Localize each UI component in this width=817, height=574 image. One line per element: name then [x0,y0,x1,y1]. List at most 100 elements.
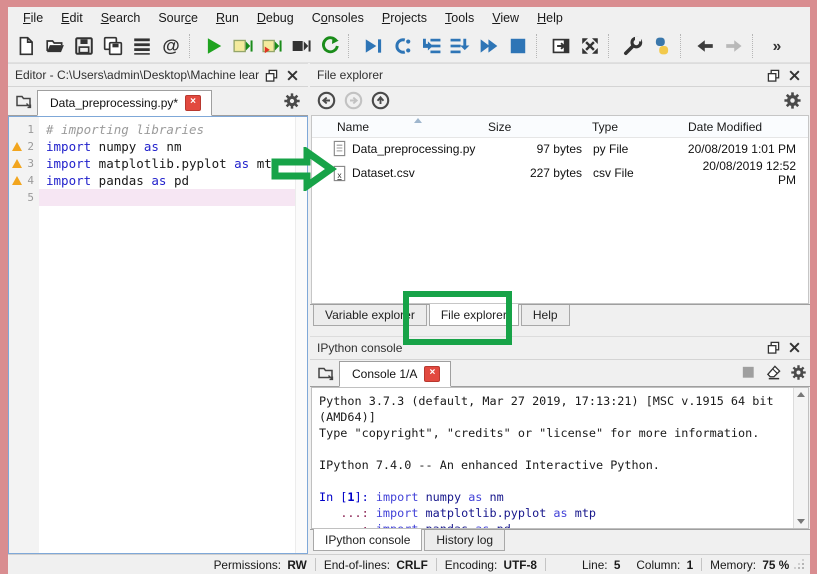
preferences-button[interactable] [619,32,646,59]
menu-debug[interactable]: Debug [248,9,303,27]
console-scrollbar[interactable] [793,388,808,528]
menu-run[interactable]: Run [207,9,248,27]
menu-tools[interactable]: Tools [436,9,483,27]
parent-directory-icon[interactable] [371,91,391,111]
console-pane-title: IPython console [310,336,810,360]
open-file-button[interactable] [41,32,68,59]
explorer-title-text: File explorer [317,68,761,82]
forward-icon[interactable] [344,91,364,111]
close-pane-icon[interactable] [786,340,803,355]
menu-projects[interactable]: Projects [373,9,436,27]
float-pane-icon[interactable] [263,68,280,83]
close-pane-icon[interactable] [786,68,803,83]
stop-debugging-button[interactable] [504,32,531,59]
step-over-button[interactable] [388,32,415,59]
fullscreen-mode-button[interactable] [576,32,603,59]
console-options-gear-icon[interactable] [790,364,807,381]
line-number: 4 [24,172,34,189]
status-items: Permissions: RWEnd-of-lines: CRLFEncodin… [206,558,798,572]
line-number: 2 [24,138,34,155]
warning-icon [12,176,22,185]
console-text[interactable]: Python 3.7.3 (default, Mar 27 2019, 17:1… [312,388,793,528]
continue-execution-button[interactable] [475,32,502,59]
pane-splitter[interactable] [310,329,810,336]
file-table-header[interactable]: Name Size Type Date Modified [312,116,808,138]
console-tab[interactable]: Console 1/A [339,361,451,387]
save-file-button[interactable] [70,32,97,59]
browse-tabs-icon[interactable] [11,89,37,113]
editor-options-gear-icon[interactable] [279,89,305,113]
code-editor[interactable]: 12345 # importing librariesimport numpy … [8,116,308,554]
column-size[interactable]: Size [484,120,588,134]
status-separator [545,558,546,571]
scroll-up-icon[interactable] [794,388,807,402]
run-cell-and-advance-button[interactable] [258,32,285,59]
find-symbols-button[interactable]: @ [157,32,184,59]
debug-file-button[interactable] [359,32,386,59]
tab-history-log[interactable]: History log [424,530,505,551]
code-line-3[interactable]: import matplotlib.pyplot as mtp [39,155,295,172]
back-icon[interactable] [317,91,337,111]
re-run-cell-button[interactable] [287,32,314,59]
code-lines[interactable]: # importing librariesimport numpy as nmi… [39,117,295,553]
float-pane-icon[interactable] [765,340,782,355]
code-line-1[interactable]: # importing libraries [39,121,295,138]
run-cell-button[interactable] [229,32,256,59]
more-toolbars-button[interactable]: » [763,32,790,59]
column-type[interactable]: Type [588,120,686,134]
back-button[interactable] [691,32,718,59]
close-console-icon[interactable] [424,366,440,382]
resize-grip-icon[interactable] [797,559,805,571]
close-pane-icon[interactable] [284,68,301,83]
file-row-dataset.csv[interactable]: xDataset.csv227 bytescsv File20/08/2019 … [312,159,808,180]
browse-tabs-icon[interactable] [313,361,339,385]
remove-variables-eraser-icon[interactable] [765,364,782,381]
run-file-button[interactable] [200,32,227,59]
run-selection-button[interactable] [316,32,343,59]
forward-button[interactable] [720,32,747,59]
column-name[interactable]: Name [312,120,484,134]
file-type: csv File [588,166,686,180]
menu-search[interactable]: Search [92,9,150,27]
run-file-icon [204,36,224,56]
more-toolbars-icon: » [767,36,787,56]
explorer-options-gear-icon[interactable] [783,91,803,111]
toolbar-separator [536,34,542,58]
menu-bar: FileEditSearchSourceRunDebugConsolesProj… [8,7,810,29]
code-line-5[interactable] [39,189,295,206]
interrupt-kernel-icon[interactable] [740,364,757,381]
menu-help[interactable]: Help [528,9,572,27]
menu-source[interactable]: Source [149,9,207,27]
console-output[interactable]: Python 3.7.3 (default, Mar 27 2019, 17:1… [311,387,809,529]
tab-help[interactable]: Help [521,305,570,326]
code-line-4[interactable]: import pandas as pd [39,172,295,189]
python-path-manager-button[interactable] [648,32,675,59]
right-column: File explorer [310,63,810,554]
new-file-button[interactable] [12,32,39,59]
gutter-line-2: 2 [9,138,39,155]
run-selection-icon [320,36,340,56]
explorer-toolbar [310,87,810,115]
python-path-manager-icon [652,36,672,56]
step-return-button[interactable] [446,32,473,59]
menu-consoles[interactable]: Consoles [303,9,373,27]
column-date-modified[interactable]: Date Modified [686,120,808,134]
close-tab-icon[interactable] [185,95,201,111]
menu-file[interactable]: File [14,9,52,27]
menu-edit[interactable]: Edit [52,9,92,27]
editor-tab[interactable]: Data_preprocessing.py* [37,90,212,116]
maximize-current-pane-button[interactable] [547,32,574,59]
save-all-button[interactable] [99,32,126,59]
console-tab-label: Console 1/A [352,367,417,381]
file-switcher-button[interactable] [128,32,155,59]
code-line-2[interactable]: import numpy as nm [39,138,295,155]
float-pane-icon[interactable] [765,68,782,83]
tab-file-explorer[interactable]: File explorer [429,304,519,326]
tab-variable-explorer[interactable]: Variable explorer [313,305,427,326]
file-row-data_preprocessing.py[interactable]: Data_preprocessing.py97 bytespy File20/0… [312,138,808,159]
tab-ipython-console[interactable]: IPython console [313,529,422,551]
scroll-down-icon[interactable] [794,514,807,528]
menu-view[interactable]: View [483,9,528,27]
step-into-button[interactable] [417,32,444,59]
editor-scrollbar[interactable] [295,117,307,553]
